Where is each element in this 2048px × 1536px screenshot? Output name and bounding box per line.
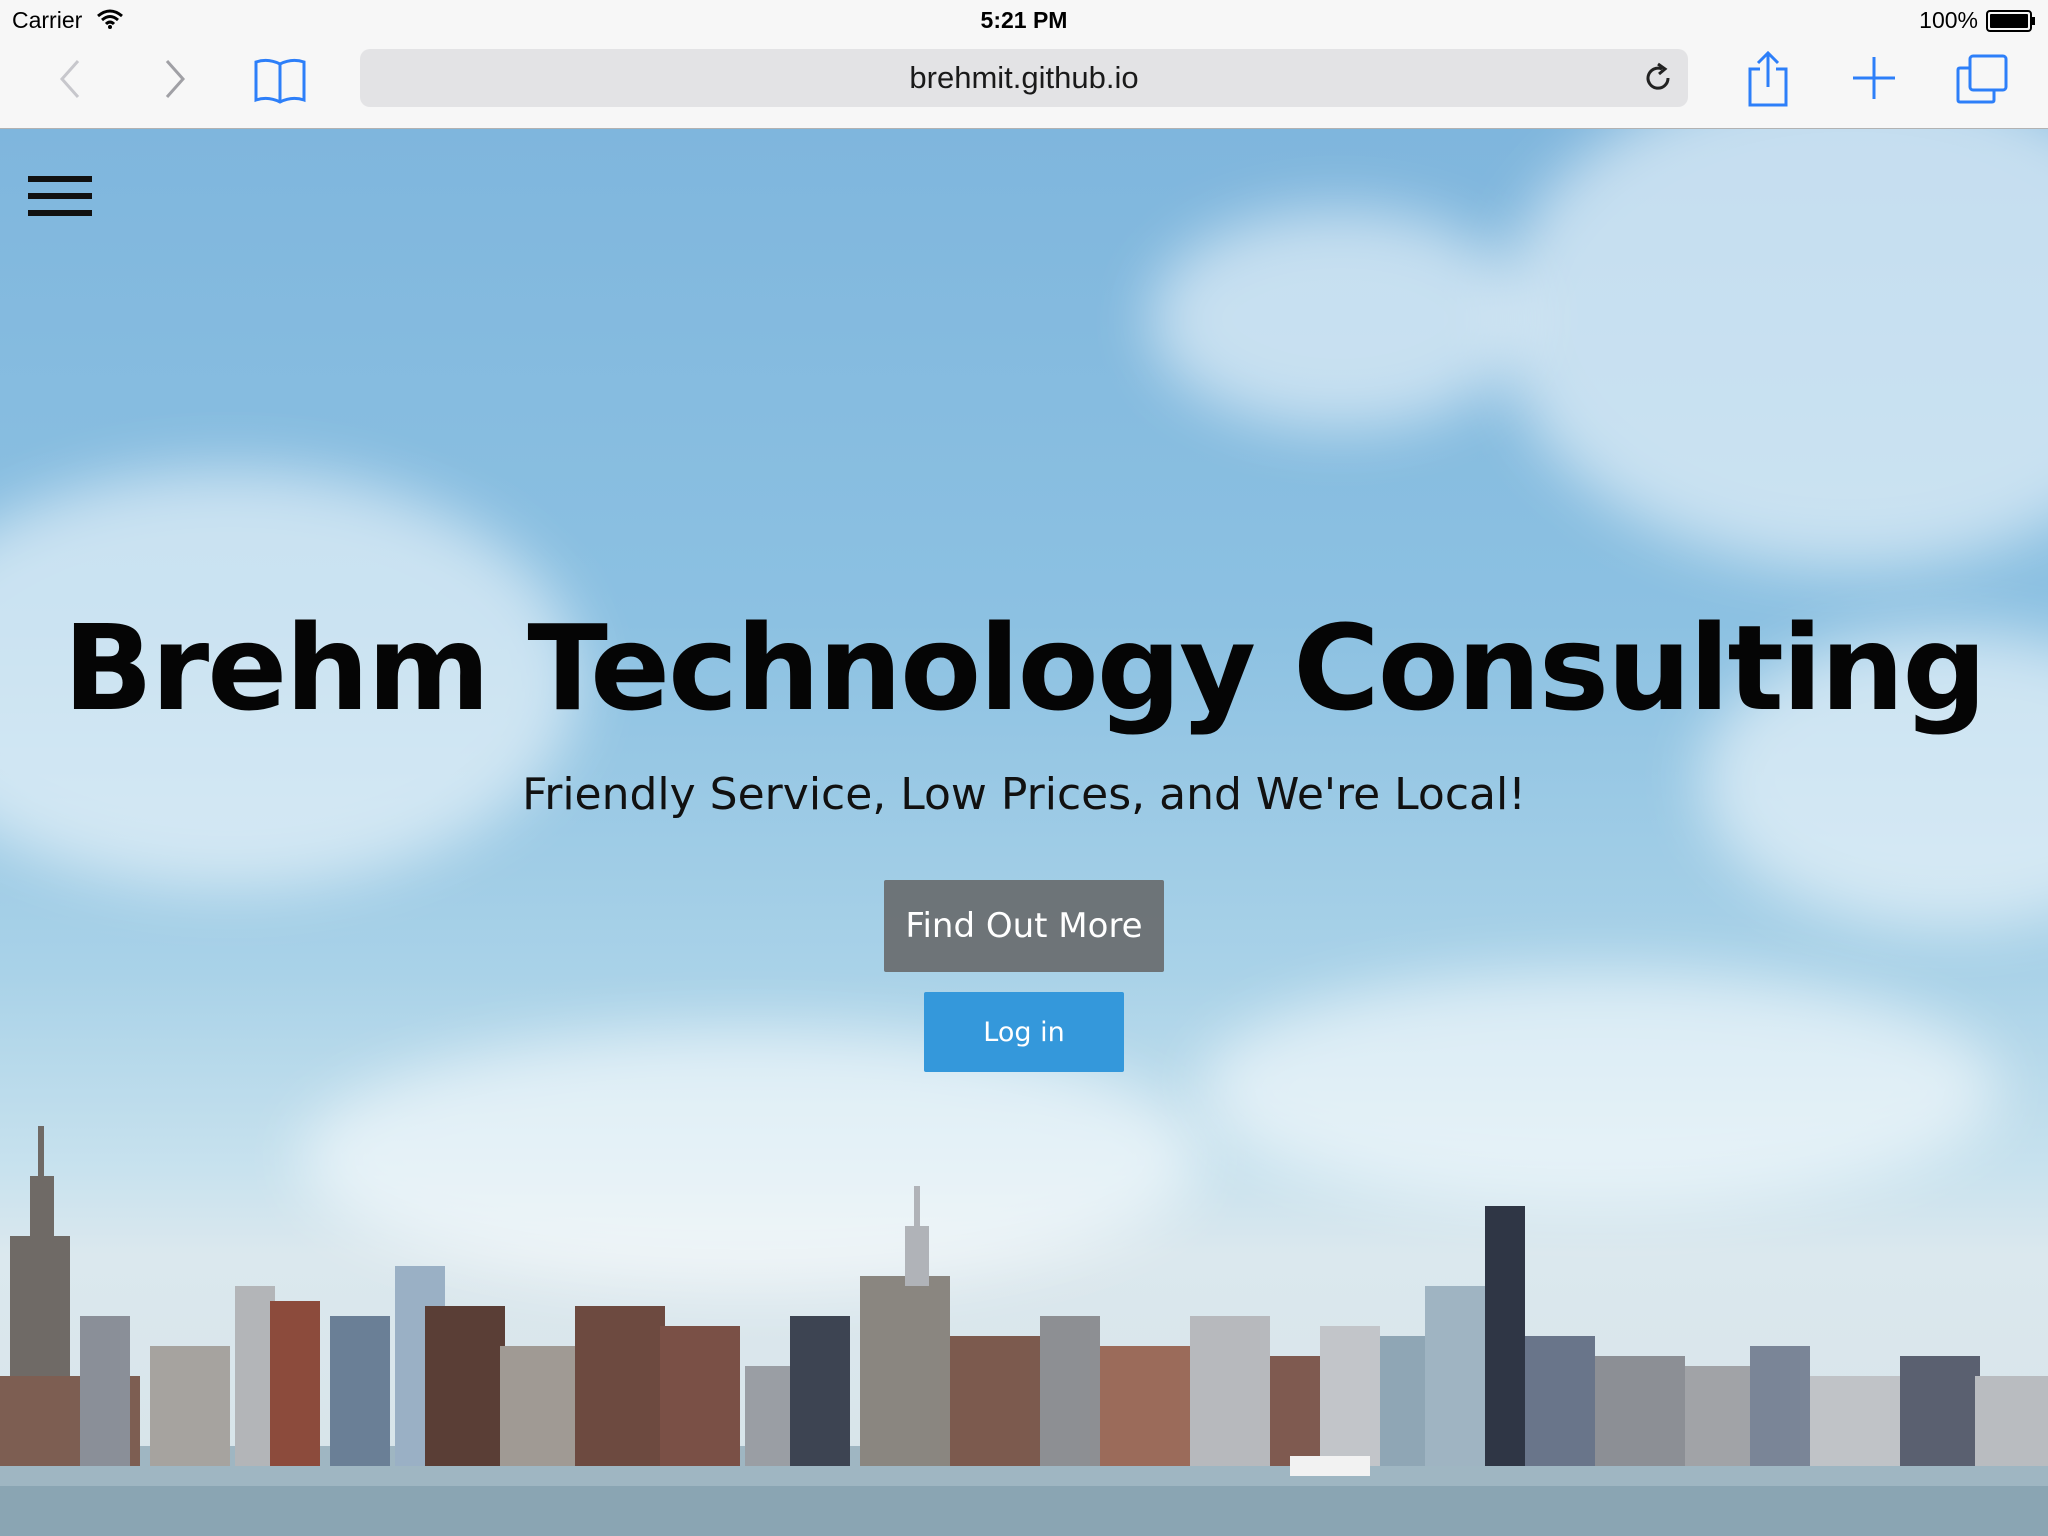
status-time: 5:21 PM [980,7,1068,33]
address-bar[interactable]: brehmit.github.io [360,49,1688,107]
forward-icon[interactable] [155,54,195,104]
battery-percent: 100% [1919,7,1978,33]
page-subtitle: Friendly Service, Low Prices, and We're … [522,769,1526,820]
cloud [1150,209,1530,429]
add-tab-icon[interactable] [1848,52,1900,104]
status-bar: Carrier 5:21 PM 100% [0,0,2048,40]
url-text[interactable]: brehmit.github.io [909,60,1138,96]
hamburger-menu-icon[interactable] [28,176,94,224]
bookmarks-icon[interactable] [250,54,310,106]
cloud [1500,129,2048,569]
reload-icon[interactable] [1642,62,1674,94]
find-out-more-button[interactable]: Find Out More [884,880,1164,972]
login-button[interactable]: Log in [924,992,1124,1072]
battery-icon [1986,10,2035,32]
hero-section: Brehm Technology Consulting Friendly Ser… [0,129,2048,1536]
share-icon[interactable] [1740,46,1796,112]
tabs-icon[interactable] [1954,52,2010,106]
city-skyline-image [0,1126,2048,1536]
browser-toolbar: brehmit.github.io [0,40,2048,129]
page-title: Brehm Technology Consulting [63,599,1987,737]
back-icon[interactable] [50,54,90,104]
